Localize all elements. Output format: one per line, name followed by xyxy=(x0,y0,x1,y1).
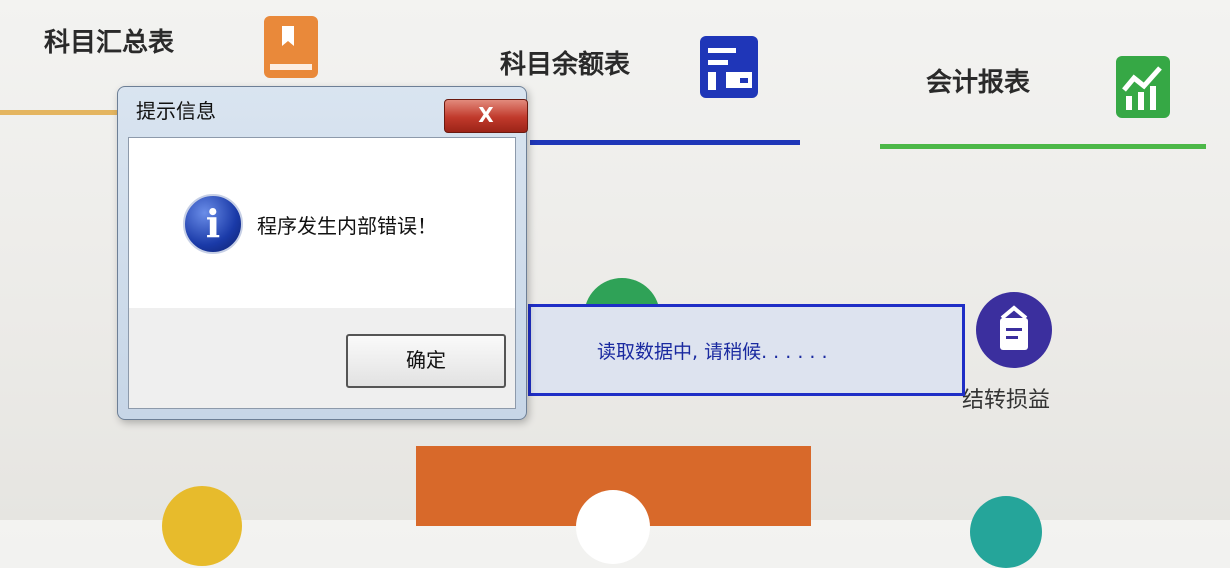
balance-sheet-icon xyxy=(700,36,758,98)
teal-function-icon[interactable] xyxy=(970,496,1042,568)
loading-text: 读取数据中, 请稍候. . . . . . xyxy=(597,341,828,363)
dialog-body: i 程序发生内部错误！ 确定 xyxy=(128,137,516,409)
tab-subject-summary-underline xyxy=(0,110,125,115)
tab-subject-balance-label: 科目余额表 xyxy=(500,50,631,80)
yellow-function-icon[interactable] xyxy=(162,486,242,566)
dialog-title: 提示信息 xyxy=(136,99,216,123)
tab-accounting-report-underline xyxy=(880,144,1206,149)
orange-function-panel[interactable] xyxy=(416,446,811,564)
ok-button-label: 确定 xyxy=(406,348,446,372)
close-button[interactable]: X xyxy=(444,99,528,133)
loading-overlay: 读取数据中, 请稍候. . . . . . xyxy=(528,304,965,396)
tab-subject-balance-underline xyxy=(530,140,800,145)
white-circle-icon xyxy=(576,490,650,564)
dialog-message: 程序发生内部错误！ xyxy=(257,214,437,238)
close-icon: X xyxy=(478,103,494,127)
tab-accounting-report-label: 会计报表 xyxy=(926,68,1031,98)
chart-icon xyxy=(1116,56,1170,118)
error-dialog: 提示信息 X i 程序发生内部错误！ 确定 xyxy=(117,86,528,420)
tab-subject-summary-label: 科目汇总表 xyxy=(44,28,175,58)
book-icon xyxy=(264,16,318,78)
ok-button[interactable]: 确定 xyxy=(346,334,506,388)
info-icon: i xyxy=(183,194,243,254)
transfer-profit-loss-label: 结转损益 xyxy=(962,388,1051,413)
clipboard-icon xyxy=(976,292,1052,368)
